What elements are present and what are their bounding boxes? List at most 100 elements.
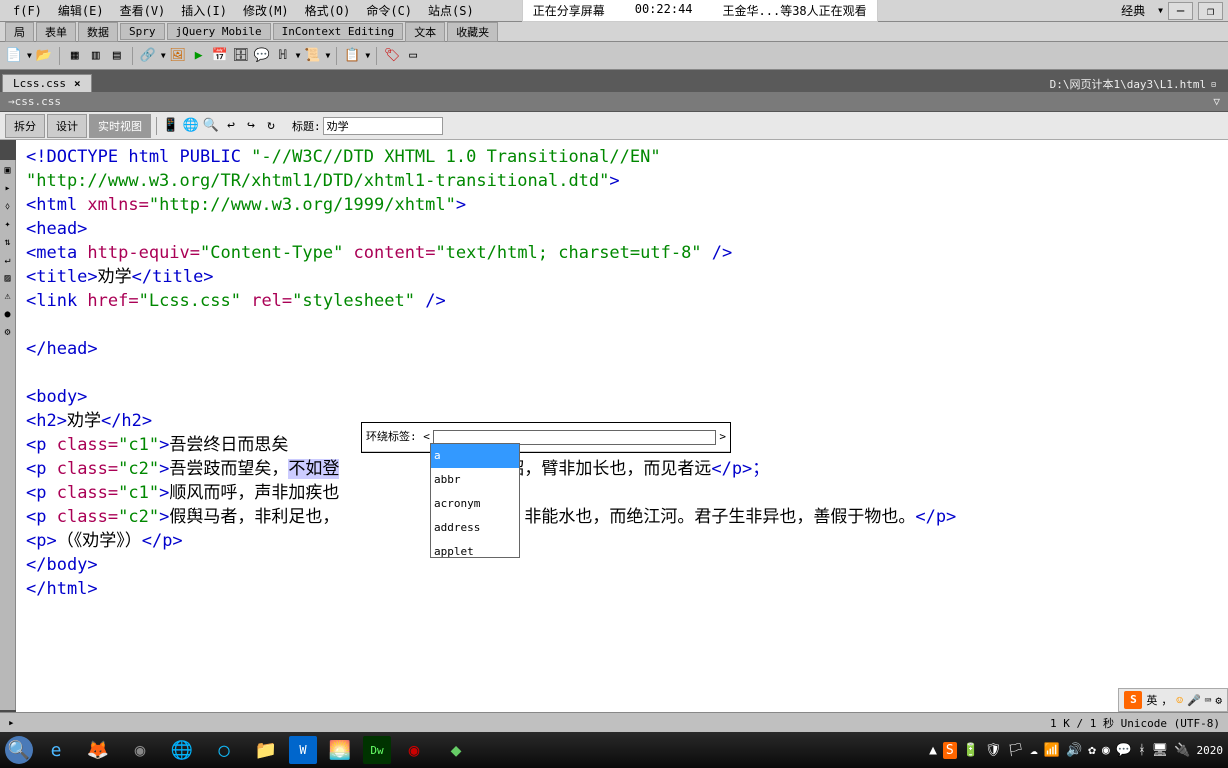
dreamweaver-icon[interactable]: Dw	[363, 736, 391, 764]
ie-icon[interactable]: e	[37, 735, 75, 765]
ime-mic-icon[interactable]: 🎤	[1187, 694, 1201, 707]
script-icon[interactable]: 📜	[303, 47, 321, 65]
tray-msg-icon[interactable]: 💬	[1116, 743, 1132, 758]
photo-icon[interactable]: 🌅	[321, 735, 359, 765]
side-error-icon[interactable]: ⚠	[2, 291, 14, 303]
side-highlight-icon[interactable]: ▨	[2, 273, 14, 285]
wps-icon[interactable]: W	[289, 736, 317, 764]
netease-icon[interactable]: ◉	[395, 735, 433, 765]
tray-bt-icon[interactable]: ᚼ	[1138, 743, 1146, 758]
template-icon[interactable]: 📋	[343, 47, 361, 65]
layout-icon[interactable]: ▤	[108, 47, 126, 65]
server-icon[interactable]: 🗄	[232, 47, 250, 65]
table-icon[interactable]: ▦	[66, 47, 84, 65]
menu-view[interactable]: 查看(V)	[112, 0, 174, 21]
search-icon[interactable]: 🔍	[5, 736, 33, 764]
list-item[interactable]: a	[431, 444, 519, 468]
tray-up-icon[interactable]: ▲	[929, 743, 937, 758]
autocomplete-list[interactable]: a abbr acronym address applet area artic…	[430, 443, 520, 558]
image-icon[interactable]: 🖼	[169, 47, 187, 65]
status-selector[interactable]: ▸	[8, 716, 15, 729]
list-item[interactable]: abbr	[431, 468, 519, 492]
preview-icon[interactable]: 📱	[162, 117, 180, 135]
menu-modify[interactable]: 修改(M)	[235, 0, 297, 21]
cat-form[interactable]: 表单	[36, 22, 76, 42]
side-collapse-icon[interactable]: ▸	[2, 183, 14, 195]
live-button[interactable]: 实时视图	[89, 114, 151, 138]
tray-app1-icon[interactable]: ✿	[1088, 743, 1096, 758]
new-icon[interactable]: 📄	[5, 47, 23, 65]
side-opt-icon[interactable]: ⚙	[2, 327, 14, 339]
list-item[interactable]: address	[431, 516, 519, 540]
div-icon[interactable]: ▭	[404, 47, 422, 65]
menu-command[interactable]: 命令(C)	[358, 0, 420, 21]
cat-fav[interactable]: 收藏夹	[447, 22, 498, 42]
restore-button[interactable]: ❐	[1198, 2, 1223, 20]
menu-site[interactable]: 站点(S)	[420, 0, 482, 21]
minimize-button[interactable]: ─	[1168, 2, 1193, 20]
side-tag-icon[interactable]: ⬨	[2, 201, 14, 213]
open-icon[interactable]: 📂	[35, 47, 53, 65]
title-input[interactable]	[323, 117, 443, 135]
side-expand-icon[interactable]: ▣	[2, 165, 14, 177]
menu-insert[interactable]: 插入(I)	[173, 0, 235, 21]
globe-icon[interactable]: 🌐	[182, 117, 200, 135]
firefox-icon[interactable]: 🦊	[79, 735, 117, 765]
cat-data[interactable]: 数据	[78, 22, 118, 42]
tray-time[interactable]: 2020	[1197, 744, 1224, 757]
qq-icon[interactable]: ◯	[205, 735, 243, 765]
explorer-icon[interactable]: 📁	[247, 735, 285, 765]
cat-text[interactable]: 文本	[405, 22, 445, 42]
side-nav-icon[interactable]: ✦	[2, 219, 14, 231]
side-break-icon[interactable]: ●	[2, 309, 14, 321]
tray-app2-icon[interactable]: ◉	[1102, 743, 1110, 758]
inspect-icon[interactable]: 🔍	[202, 117, 220, 135]
menu-format[interactable]: 格式(O)	[297, 0, 359, 21]
chrome-icon[interactable]: 🌐	[163, 735, 201, 765]
ime-keyboard-icon[interactable]: ⌨	[1205, 694, 1212, 707]
side-wrap-icon[interactable]: ↵	[2, 255, 14, 267]
workspace-classic[interactable]: 经典	[1113, 0, 1153, 21]
tray-flag-icon[interactable]: 🏳	[1007, 743, 1024, 758]
comment-icon[interactable]: 💬	[253, 47, 271, 65]
close-icon[interactable]: ×	[74, 77, 81, 90]
tag-icon[interactable]: 🏷	[383, 47, 401, 65]
menu-file[interactable]: f(F)	[5, 2, 50, 20]
ime-lang[interactable]: 英	[1146, 692, 1157, 708]
tray-power-icon[interactable]: 🔌	[1174, 743, 1190, 758]
cat-spry[interactable]: Spry	[120, 23, 165, 40]
list-item[interactable]: applet	[431, 540, 519, 558]
ime-settings-icon[interactable]: ⚙	[1215, 694, 1222, 707]
nav-back-icon[interactable]: ↩	[222, 117, 240, 135]
list-item[interactable]: acronym	[431, 492, 519, 516]
media-icon[interactable]: ▶	[190, 47, 208, 65]
split-button[interactable]: 拆分	[5, 114, 45, 138]
head-icon[interactable]: ℍ	[274, 47, 292, 65]
ime-punct-icon[interactable]: ，	[1161, 692, 1172, 708]
nav-fwd-icon[interactable]: ↪	[242, 117, 260, 135]
cat-incontext[interactable]: InContext Editing	[273, 23, 404, 40]
design-button[interactable]: 设计	[47, 114, 87, 138]
link-icon[interactable]: 🔗	[139, 47, 157, 65]
ime-emoji-icon[interactable]: ☺	[1176, 694, 1183, 707]
cat-jquery[interactable]: jQuery Mobile	[167, 23, 271, 40]
code-editor[interactable]: <!DOCTYPE html PUBLIC "-//W3C//DTD XHTML…	[16, 140, 1228, 712]
tray-sogou-icon[interactable]: S	[943, 742, 957, 759]
tray-shield-icon[interactable]: 🛡	[985, 743, 1002, 758]
browser-icon[interactable]: ◉	[121, 735, 159, 765]
app-icon[interactable]: ◆	[437, 735, 475, 765]
file-tab-lcss[interactable]: Lcss.css ×	[2, 74, 92, 92]
tray-disp-icon[interactable]: 🖥	[1152, 743, 1169, 758]
tray-battery-icon[interactable]: 🔋	[963, 743, 979, 758]
date-icon[interactable]: 📅	[211, 47, 229, 65]
tray-vol-icon[interactable]: 🔊	[1066, 743, 1082, 758]
sogou-icon[interactable]: S	[1124, 691, 1142, 709]
grid-icon[interactable]: ▥	[87, 47, 105, 65]
menu-edit[interactable]: 编辑(E)	[50, 0, 112, 21]
side-balance-icon[interactable]: ⇅	[2, 237, 14, 249]
filter-icon[interactable]: ▽	[1213, 95, 1220, 108]
cat-layout[interactable]: 局	[5, 22, 34, 42]
refresh-icon[interactable]: ↻	[262, 117, 280, 135]
tray-cloud-icon[interactable]: ☁	[1030, 743, 1038, 758]
path-dropdown-icon[interactable]: ⊟	[1211, 80, 1216, 89]
